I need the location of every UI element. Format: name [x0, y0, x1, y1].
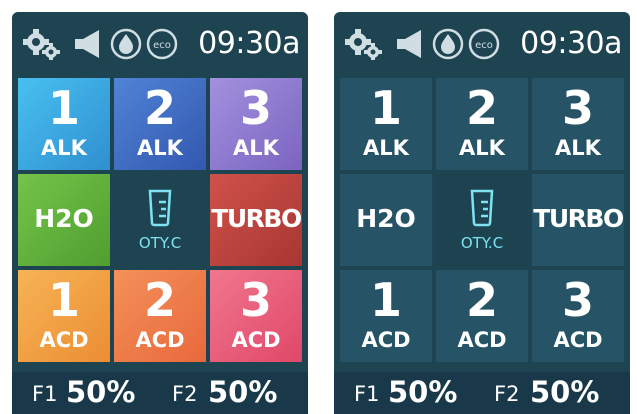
settings-gear-icon[interactable] — [22, 28, 62, 60]
acd-2-button[interactable]: 2 ACD — [436, 270, 528, 362]
svg-text:eco: eco — [153, 40, 171, 51]
filter-2-label: F2 — [494, 382, 520, 406]
tile-label: TURBO — [211, 204, 302, 233]
tile-label: H2O — [356, 204, 416, 233]
clock-time: 09:30a — [198, 26, 300, 61]
measuring-cup-icon — [470, 189, 494, 227]
tile-label: OTY.C — [138, 234, 182, 252]
alk-3-button[interactable]: 3 ALK — [210, 78, 302, 170]
water-drop-icon[interactable] — [432, 28, 464, 60]
turbo-button[interactable]: TURBO — [532, 174, 624, 266]
alk-3-button[interactable]: 3 ALK — [532, 78, 624, 170]
tile-label: ACD — [553, 328, 603, 352]
filter-2-value: 50% — [208, 375, 278, 409]
tile-label: ALK — [233, 136, 279, 160]
tile-number: 1 — [47, 273, 80, 327]
filter-2-label: F2 — [172, 382, 198, 406]
tile-label: ACD — [135, 328, 185, 352]
filter-1-label: F1 — [354, 382, 380, 406]
acd-3-button[interactable]: 3 ACD — [532, 270, 624, 362]
tile-number: 2 — [143, 273, 176, 327]
acd-1-button[interactable]: 1 ACD — [340, 270, 432, 362]
tile-number: 1 — [47, 81, 80, 135]
tile-number: 2 — [465, 273, 498, 327]
filter-2-value: 50% — [530, 375, 600, 409]
tile-number: 3 — [239, 81, 272, 135]
tile-number: 2 — [465, 81, 498, 135]
clock-time: 09:30a — [520, 26, 622, 61]
tile-number: 3 — [561, 273, 594, 327]
alk-1-button[interactable]: 1 ALK — [18, 78, 110, 170]
eco-icon[interactable]: eco — [146, 28, 178, 60]
tile-label: ALK — [555, 136, 601, 160]
color-theme-screen: eco 09:30a 1 ALK 2 ALK 3 ALK H2O OTY.C T… — [12, 12, 308, 414]
filter-1-label: F1 — [32, 382, 58, 406]
quantity-cup-button[interactable]: OTY.C — [114, 174, 206, 266]
measuring-cup-icon — [148, 189, 172, 227]
tile-label: ACD — [231, 328, 281, 352]
tile-label: ACD — [457, 328, 507, 352]
turbo-button[interactable]: TURBO — [210, 174, 302, 266]
quantity-cup-button[interactable]: OTY.C — [436, 174, 528, 266]
tile-label: TURBO — [533, 204, 624, 233]
alk-2-button[interactable]: 2 ALK — [436, 78, 528, 170]
mono-theme-screen: eco 09:30a 1 ALK 2 ALK 3 ALK H2O OTY.C T… — [334, 12, 630, 414]
acd-3-button[interactable]: 3 ACD — [210, 270, 302, 362]
tile-label: ACD — [361, 328, 411, 352]
tile-label: ALK — [459, 136, 505, 160]
tile-number: 3 — [239, 273, 272, 327]
h2o-button[interactable]: H2O — [340, 174, 432, 266]
filter-status-bar: F1 50% F2 50% — [12, 372, 308, 414]
alk-1-button[interactable]: 1 ALK — [340, 78, 432, 170]
tile-number: 1 — [369, 273, 402, 327]
acd-2-button[interactable]: 2 ACD — [114, 270, 206, 362]
tile-number: 3 — [561, 81, 594, 135]
tile-label: ALK — [137, 136, 183, 160]
mode-grid: 1 ALK 2 ALK 3 ALK H2O OTY.C TURBO 1 ACD — [18, 78, 302, 364]
status-bar: eco 09:30a — [334, 12, 630, 76]
tile-label: ALK — [41, 136, 87, 160]
settings-gear-icon[interactable] — [344, 28, 384, 60]
h2o-button[interactable]: H2O — [18, 174, 110, 266]
tile-label: OTY.C — [460, 234, 504, 252]
filter-1-value: 50% — [388, 375, 458, 409]
filter-status-bar: F1 50% F2 50% — [334, 372, 630, 414]
status-bar: eco 09:30a — [12, 12, 308, 76]
filter-1-value: 50% — [66, 375, 136, 409]
speaker-icon[interactable] — [394, 28, 428, 60]
tile-number: 2 — [143, 81, 176, 135]
speaker-icon[interactable] — [72, 28, 106, 60]
svg-text:eco: eco — [475, 40, 493, 51]
water-drop-icon[interactable] — [110, 28, 142, 60]
tile-number: 1 — [369, 81, 402, 135]
tile-label: ALK — [363, 136, 409, 160]
acd-1-button[interactable]: 1 ACD — [18, 270, 110, 362]
tile-label: ACD — [39, 328, 89, 352]
alk-2-button[interactable]: 2 ALK — [114, 78, 206, 170]
tile-label: H2O — [34, 204, 94, 233]
mode-grid: 1 ALK 2 ALK 3 ALK H2O OTY.C TURBO 1 ACD — [340, 78, 624, 364]
eco-icon[interactable]: eco — [468, 28, 500, 60]
